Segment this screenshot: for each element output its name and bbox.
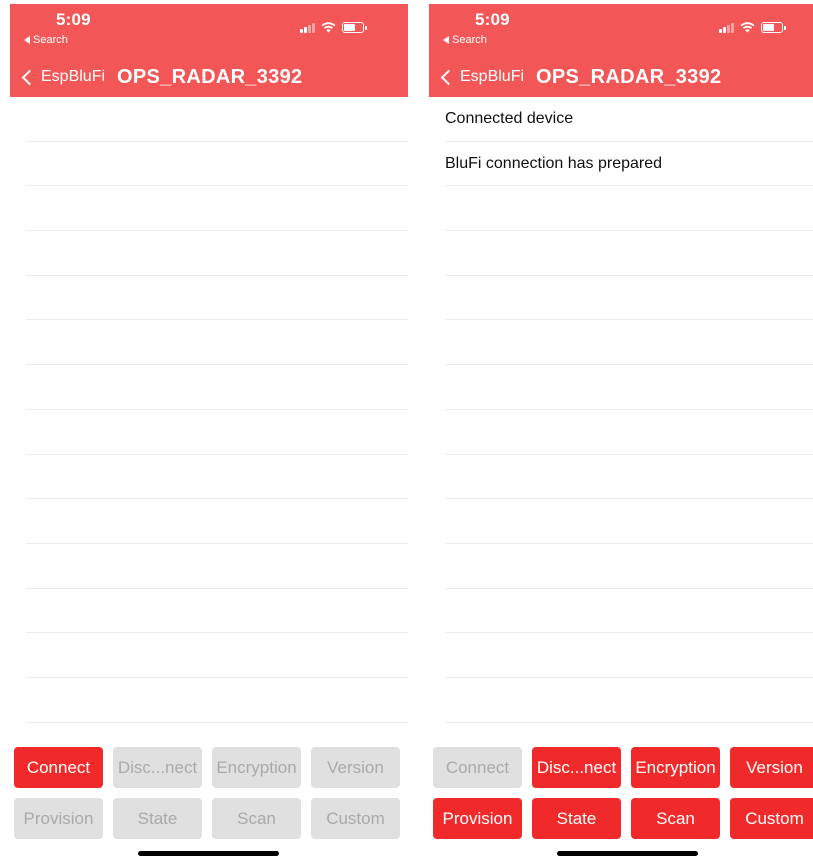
signal-icon xyxy=(719,22,734,33)
custom-button[interactable]: Custom xyxy=(311,798,400,839)
two-phone-screens: 5:09 Search EspBluFi OPS_RADAR_3392 Conn… xyxy=(0,0,813,856)
nav-back-label: EspBluFi xyxy=(41,68,106,85)
wifi-icon xyxy=(321,22,336,33)
scan-button[interactable]: Scan xyxy=(212,798,301,839)
list-item xyxy=(26,365,408,410)
list-item xyxy=(445,544,813,589)
page-title: OPS_RADAR_3392 xyxy=(117,65,303,88)
nav-back-button[interactable]: EspBluFi xyxy=(437,68,524,86)
disconnect-button[interactable]: Disc...nect xyxy=(113,747,202,788)
list-item xyxy=(26,410,408,455)
encryption-button[interactable]: Encryption xyxy=(212,747,301,788)
list-item xyxy=(445,678,813,723)
list-item xyxy=(445,499,813,544)
list-item xyxy=(445,589,813,634)
status-back-to-app[interactable]: Search xyxy=(24,34,68,46)
provision-button[interactable]: Provision xyxy=(433,798,522,839)
list-item xyxy=(26,589,408,634)
status-back-app-label: Search xyxy=(452,34,487,46)
list-item xyxy=(26,455,408,500)
screen-before-connect: 5:09 Search EspBluFi OPS_RADAR_3392 Conn… xyxy=(10,0,408,856)
version-button[interactable]: Version xyxy=(730,747,813,788)
log-list: Connected device BluFi connection has pr… xyxy=(445,97,813,723)
list-item xyxy=(445,186,813,232)
navigation-bar: EspBluFi OPS_RADAR_3392 xyxy=(18,62,302,92)
wifi-icon xyxy=(740,22,755,33)
navigation-bar: EspBluFi OPS_RADAR_3392 xyxy=(437,62,721,92)
status-back-to-app[interactable]: Search xyxy=(443,34,487,46)
list-item xyxy=(445,365,813,410)
list-item xyxy=(26,276,408,321)
custom-button[interactable]: Custom xyxy=(730,798,813,839)
state-button[interactable]: State xyxy=(113,798,202,839)
version-button[interactable]: Version xyxy=(311,747,400,788)
list-item xyxy=(26,97,408,142)
chevron-left-icon xyxy=(21,69,38,85)
home-indicator[interactable] xyxy=(557,851,698,856)
status-time: 5:09 xyxy=(56,10,91,29)
list-item xyxy=(26,678,408,723)
disconnect-button[interactable]: Disc...nect xyxy=(532,747,621,788)
nav-back-button[interactable]: EspBluFi xyxy=(18,68,105,86)
back-triangle-icon xyxy=(24,36,30,44)
scan-button[interactable]: Scan xyxy=(631,798,720,839)
list-item xyxy=(445,231,813,276)
screen-after-connect: 5:09 Search EspBluFi OPS_RADAR_3392 Conn… xyxy=(429,0,813,856)
header-bar: 5:09 Search EspBluFi OPS_RADAR_3392 xyxy=(10,4,408,97)
home-indicator[interactable] xyxy=(138,851,279,856)
signal-icon xyxy=(300,22,315,33)
header-bar: 5:09 Search EspBluFi OPS_RADAR_3392 xyxy=(429,4,813,97)
encryption-button[interactable]: Encryption xyxy=(631,747,720,788)
page-title: OPS_RADAR_3392 xyxy=(536,65,722,88)
list-item xyxy=(445,410,813,455)
list-item xyxy=(26,142,408,187)
list-item xyxy=(26,320,408,366)
connect-button[interactable]: Connect xyxy=(433,747,522,788)
list-item xyxy=(26,499,408,544)
list-item xyxy=(445,633,813,678)
nav-back-label: EspBluFi xyxy=(460,68,525,85)
action-buttons: Connect Disc...nect Encryption Version P… xyxy=(14,747,400,839)
action-buttons: Connect Disc...nect Encryption Version P… xyxy=(433,747,813,839)
log-list xyxy=(26,97,408,723)
list-item xyxy=(26,186,408,232)
back-triangle-icon xyxy=(443,36,449,44)
status-icons xyxy=(300,22,367,33)
list-item: BluFi connection has prepared xyxy=(445,142,813,187)
list-item xyxy=(26,633,408,678)
state-button[interactable]: State xyxy=(532,798,621,839)
battery-icon xyxy=(342,22,367,33)
list-item xyxy=(26,544,408,589)
list-item xyxy=(445,320,813,366)
list-item xyxy=(26,231,408,276)
connect-button[interactable]: Connect xyxy=(14,747,103,788)
provision-button[interactable]: Provision xyxy=(14,798,103,839)
list-item xyxy=(445,276,813,321)
status-back-app-label: Search xyxy=(33,34,68,46)
list-item xyxy=(445,455,813,500)
chevron-left-icon xyxy=(440,69,457,85)
status-icons xyxy=(719,22,786,33)
list-item: Connected device xyxy=(445,97,813,142)
battery-icon xyxy=(761,22,786,33)
status-time: 5:09 xyxy=(475,10,510,29)
